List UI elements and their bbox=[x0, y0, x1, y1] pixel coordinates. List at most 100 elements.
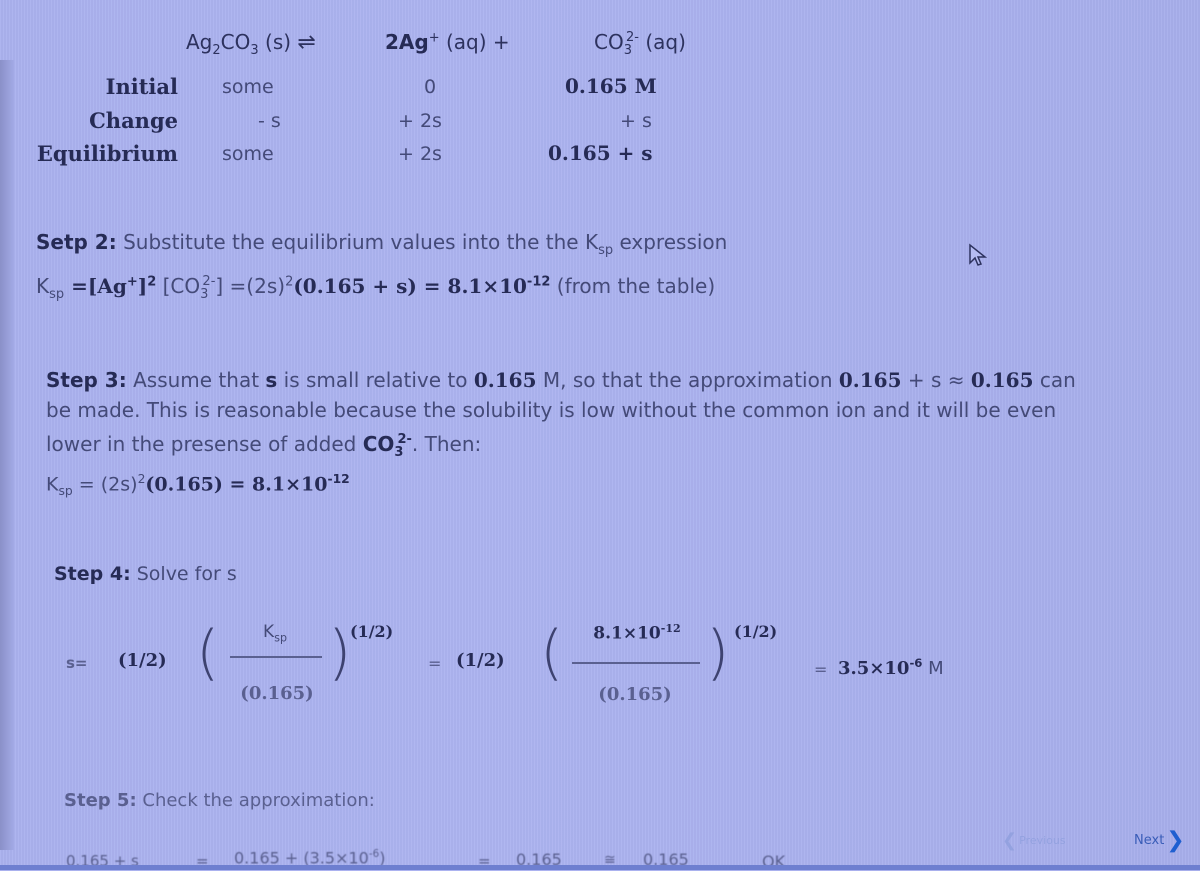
reactant: Ag bbox=[186, 30, 213, 54]
subscript: 3 bbox=[394, 445, 404, 460]
fraction-denominator: (0.165) bbox=[240, 683, 314, 704]
unit: M bbox=[922, 658, 944, 679]
right-paren: ) bbox=[328, 618, 352, 688]
step3-line3: lower in the presense of added CO32-. Th… bbox=[46, 432, 481, 460]
ice-row-label: Change bbox=[89, 108, 178, 133]
superscript: -12 bbox=[660, 622, 681, 635]
step3-line1: Step 3: Assume that s is small relative … bbox=[46, 368, 1076, 392]
superscript: -6 bbox=[909, 656, 923, 670]
half-factor: (1/2) bbox=[118, 650, 167, 671]
superscript: -12 bbox=[327, 472, 350, 486]
eq-part: [CO bbox=[156, 274, 201, 298]
right-paren: ) bbox=[706, 618, 730, 688]
superscript: 2- bbox=[626, 30, 639, 46]
product2: CO bbox=[594, 30, 624, 54]
step-text: expression bbox=[613, 230, 728, 254]
subscript: sp bbox=[49, 287, 65, 302]
previous-label: Previous bbox=[1019, 834, 1066, 847]
equals-sign: = bbox=[428, 654, 442, 673]
k-symbol: K bbox=[36, 274, 50, 298]
value: 0.165 bbox=[473, 368, 537, 392]
k-symbol: K bbox=[263, 622, 275, 642]
result: 3.5×10 bbox=[838, 658, 910, 679]
ice-cell: + s bbox=[620, 110, 652, 132]
superscript: 2 bbox=[147, 274, 157, 290]
ice-cell: some bbox=[222, 143, 274, 165]
step-heading: Setp 2: bbox=[36, 230, 117, 254]
reaction-equation: Ag2CO3 (s) ⇌ bbox=[186, 30, 316, 58]
value: 0.165 bbox=[970, 368, 1034, 392]
subscript: 2 bbox=[212, 43, 221, 58]
chevron-right-icon: ❯ bbox=[1166, 828, 1185, 853]
equals-sign: = bbox=[814, 660, 828, 679]
step-heading: Step 5: bbox=[64, 790, 137, 811]
eq-part: = (2s) bbox=[72, 473, 138, 496]
product-ag: 2Ag+ (aq) + bbox=[385, 30, 510, 54]
ice-cell: 0 bbox=[424, 76, 437, 98]
subscript: sp bbox=[58, 484, 73, 499]
k-symbol: K bbox=[46, 473, 59, 496]
result-value: 3.5×10-6 M bbox=[838, 656, 944, 679]
exponent: (1/2) bbox=[734, 622, 778, 641]
equilibrium-arrow-icon: ⇌ bbox=[297, 30, 316, 55]
step2-equation: Ksp =[Ag+]2 [CO32-] =(2s)2(0.165 + s) = … bbox=[36, 274, 715, 302]
bottom-edge bbox=[0, 865, 1200, 870]
step3-equation: Ksp = (2s)2(0.165) = 8.1×10-12 bbox=[46, 472, 350, 498]
subscript: sp bbox=[598, 243, 614, 258]
ice-cell: 0.165 + s bbox=[548, 141, 653, 165]
left-paren: ( bbox=[540, 618, 564, 688]
previous-button[interactable]: ❮ Previous bbox=[1002, 830, 1066, 851]
left-paren: ( bbox=[196, 618, 220, 688]
step-text: can bbox=[1033, 368, 1076, 392]
step-text: is small relative to bbox=[277, 368, 474, 392]
eq-part: (from the table) bbox=[550, 274, 716, 298]
step4-heading-line: Step 4: Solve for s bbox=[54, 563, 237, 585]
superscript: 2- bbox=[202, 274, 216, 290]
value: 0.165 bbox=[838, 368, 902, 392]
step-text: Assume that bbox=[126, 368, 266, 392]
superscript: + bbox=[428, 30, 440, 46]
step2-heading-line: Setp 2: Substitute the equilibrium value… bbox=[36, 230, 727, 258]
fraction-numerator: Ksp bbox=[230, 622, 320, 644]
state: (aq) bbox=[638, 30, 686, 54]
ice-cell: - s bbox=[258, 110, 281, 132]
superscript: -12 bbox=[526, 274, 551, 290]
ice-cell: 0.165 M bbox=[565, 74, 657, 98]
reactant-mid: CO bbox=[220, 30, 251, 54]
s-equals: s= bbox=[66, 654, 88, 672]
state: (s) bbox=[258, 30, 292, 54]
ice-cell: some bbox=[222, 76, 274, 98]
exponent: (1/2) bbox=[350, 622, 394, 641]
chevron-left-icon: ❮ bbox=[1002, 830, 1018, 851]
step-text: M, so that the approximation bbox=[536, 368, 839, 392]
half-factor: (1/2) bbox=[456, 650, 505, 671]
step-text: Check the approximation: bbox=[136, 790, 375, 811]
subscript: 3 bbox=[623, 43, 632, 58]
ice-cell: + 2s bbox=[398, 110, 442, 132]
ice-row-label: Initial bbox=[105, 74, 178, 99]
step-heading: Step 3: bbox=[46, 368, 127, 392]
eq-part: =[Ag bbox=[64, 274, 127, 298]
product1: 2Ag bbox=[385, 30, 429, 54]
step-text: + s ≈ bbox=[901, 368, 971, 392]
step-text: Solve for s bbox=[130, 563, 237, 585]
eq-part: (0.165 + s) = 8.1×10 bbox=[293, 274, 527, 298]
formula: CO bbox=[362, 432, 395, 456]
eq-part: ] bbox=[137, 274, 148, 298]
step3-line2: be made. This is reasonable because the … bbox=[46, 398, 1057, 422]
subscript: 3 bbox=[200, 287, 209, 302]
subscript: sp bbox=[274, 631, 287, 645]
fraction-denominator: (0.165) bbox=[598, 684, 672, 705]
fraction-numerator: 8.1×10-12 bbox=[572, 622, 702, 644]
step-text: lower in the presense of added bbox=[46, 432, 363, 456]
mouse-pointer-icon bbox=[969, 243, 988, 266]
ice-row-label: Equilibrium bbox=[36, 141, 178, 166]
next-button[interactable]: Next ❯ bbox=[1134, 828, 1185, 853]
step5-heading-line: Step 5: Check the approximation: bbox=[64, 790, 375, 811]
state: (aq) + bbox=[439, 30, 510, 54]
value: 8.1×10 bbox=[593, 623, 661, 644]
step-heading: Step 4: bbox=[54, 563, 131, 585]
superscript: + bbox=[126, 274, 138, 290]
window-edge bbox=[0, 60, 14, 850]
eq-part: (0.165) = 8.1×10 bbox=[145, 473, 328, 496]
